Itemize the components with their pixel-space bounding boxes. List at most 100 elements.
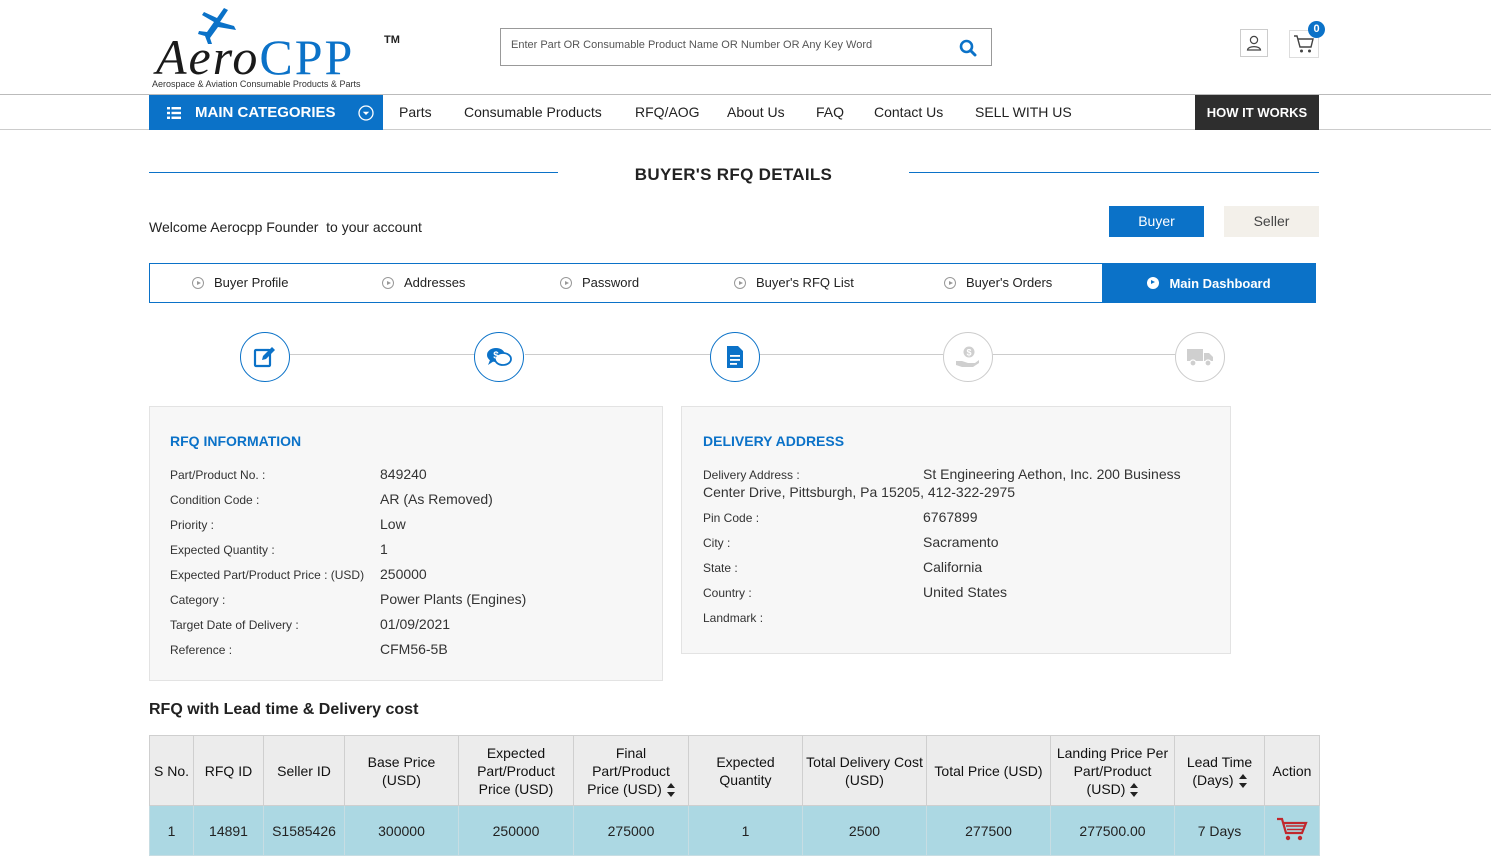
- delivery-field-value: Sacramento: [923, 534, 999, 550]
- nav-about-us[interactable]: About Us: [727, 104, 785, 120]
- welcome-message: Welcome Aerocpp Founder to your account: [149, 219, 422, 235]
- brand-name-accent: CPP: [259, 29, 355, 85]
- sort-icon: [1130, 782, 1139, 797]
- delivery-address-title: DELIVERY ADDRESS: [703, 433, 845, 449]
- user-icon: [1246, 35, 1262, 51]
- how-it-works-button[interactable]: HOW IT WORKS: [1195, 95, 1319, 130]
- column-header-rfq-id: RFQ ID: [193, 735, 264, 806]
- step-connector: [290, 354, 475, 355]
- rfq-field-value: 849240: [380, 466, 427, 482]
- rfq-field-label: Category :: [170, 593, 226, 607]
- nav-rfq-aog[interactable]: RFQ/AOG: [635, 104, 700, 120]
- rfq-field-value: CFM56-5B: [380, 641, 448, 657]
- account-tabs: Buyer Profile Addresses Password Buyer's…: [149, 263, 1316, 303]
- search-input[interactable]: [511, 39, 941, 51]
- tab-label: Buyer's Orders: [966, 275, 1053, 290]
- lead-time-table: S No. RFQ ID Seller ID Base Price (USD) …: [149, 735, 1320, 856]
- account-button[interactable]: [1240, 29, 1268, 57]
- tab-label: Addresses: [404, 275, 466, 290]
- rfq-field-label: Target Date of Delivery :: [170, 618, 299, 632]
- table-row: 1 14891 S1585426 300000 250000 275000 1 …: [149, 805, 1320, 856]
- svg-text:$: $: [966, 348, 971, 358]
- rfq-field-label: Expected Quantity :: [170, 543, 275, 557]
- nav-contact-us[interactable]: Contact Us: [874, 104, 943, 120]
- rfq-field-value: 1: [380, 541, 388, 557]
- lead-time-section-title: RFQ with Lead time & Delivery cost: [149, 701, 419, 718]
- tab-label: Main Dashboard: [1169, 275, 1271, 291]
- column-header-landing-price[interactable]: Landing Price Per Part/Product (USD): [1050, 735, 1175, 806]
- delivery-field-label: State :: [703, 561, 738, 575]
- nav-sell-with-us[interactable]: SELL WITH US: [975, 104, 1072, 120]
- rfq-field-value: AR (As Removed): [380, 491, 493, 507]
- seller-role-button[interactable]: Seller: [1224, 206, 1319, 237]
- page-title: BUYER'S RFQ DETAILS: [634, 165, 833, 184]
- rfq-field-value: 250000: [380, 566, 427, 582]
- tab-buyer-profile[interactable]: Buyer Profile: [192, 275, 288, 290]
- cell-expected-price: 250000: [458, 805, 574, 856]
- rfq-field-label: Reference :: [170, 643, 233, 657]
- cell-s-no: 1: [149, 805, 194, 856]
- delivery-address-line1: St Engineering Aethon, Inc. 200 Business: [923, 466, 1181, 482]
- main-categories-button[interactable]: MAIN CATEGORIES: [149, 95, 383, 130]
- brand-logo[interactable]: AeroCPP TM Aerospace & Aviation Consumab…: [152, 6, 402, 92]
- tab-addresses[interactable]: Addresses: [382, 275, 465, 290]
- cell-rfq-id: 14891: [193, 805, 264, 856]
- nav-parts[interactable]: Parts: [399, 104, 432, 120]
- rfq-field-value: 01/09/2021: [380, 616, 451, 632]
- play-circle-icon: [944, 276, 956, 289]
- edit-icon: [253, 347, 275, 368]
- cell-expected-quantity: 1: [688, 805, 803, 856]
- column-header-final-price[interactable]: Final Part/Product Price (USD): [573, 735, 689, 806]
- delivery-field-label: Landmark :: [703, 611, 764, 625]
- search-box: [500, 28, 992, 66]
- add-to-cart-icon[interactable]: [1276, 816, 1308, 842]
- tab-main-dashboard[interactable]: Main Dashboard: [1102, 263, 1316, 303]
- rfq-field-value: Low: [380, 516, 406, 532]
- sort-icon: [666, 782, 675, 797]
- step-payment: $: [943, 332, 993, 382]
- rfq-field-label: Part/Product No. :: [170, 468, 266, 482]
- sort-icon: [1238, 773, 1247, 788]
- cell-total-delivery-cost: 2500: [802, 805, 927, 856]
- tab-password[interactable]: Password: [560, 275, 639, 290]
- column-header-expected-quantity: Expected Quantity: [688, 735, 803, 806]
- column-header-lead-time[interactable]: Lead Time (Days): [1174, 735, 1265, 806]
- column-header-seller-id: Seller ID: [263, 735, 345, 806]
- cell-landing-price: 277500.00: [1050, 805, 1175, 856]
- rfq-field-label: Expected Part/Product Price : (USD): [170, 568, 365, 582]
- column-header-expected-price: Expected Part/Product Price (USD): [458, 735, 574, 806]
- cell-action: [1264, 805, 1320, 856]
- step-connector: [525, 354, 710, 355]
- play-circle-icon: [560, 276, 572, 289]
- column-header-total-price: Total Price (USD): [926, 735, 1051, 806]
- brand-name: Aero: [156, 29, 260, 85]
- column-header-label: Landing Price Per Part/Product (USD): [1056, 744, 1169, 797]
- brand-tagline: Aerospace & Aviation Consumable Products…: [152, 79, 361, 89]
- tab-buyers-rfq-list[interactable]: Buyer's RFQ List: [734, 275, 854, 290]
- search-icon[interactable]: [959, 39, 977, 57]
- delivery-field-value: California: [923, 559, 983, 575]
- step-order: [710, 332, 760, 382]
- document-icon: [727, 346, 743, 368]
- trademark-mark: TM: [384, 34, 400, 46]
- nav-faq[interactable]: FAQ: [816, 104, 844, 120]
- buyer-role-button[interactable]: Buyer: [1109, 206, 1204, 237]
- play-circle-icon: [382, 276, 394, 289]
- svg-text:$: $: [493, 351, 499, 362]
- cell-base-price: 300000: [344, 805, 459, 856]
- tab-label: Buyer's RFQ List: [756, 275, 854, 290]
- tab-buyers-orders[interactable]: Buyer's Orders: [944, 275, 1052, 290]
- table-header-row: S No. RFQ ID Seller ID Base Price (USD) …: [149, 735, 1320, 806]
- rfq-field-value: Power Plants (Engines): [380, 591, 527, 607]
- play-circle-icon: [734, 276, 746, 289]
- play-circle-icon: [192, 276, 204, 289]
- cell-final-price: 275000: [573, 805, 689, 856]
- nav-consumable-products[interactable]: Consumable Products: [464, 104, 602, 120]
- rfq-field-label: Priority :: [170, 518, 215, 532]
- column-header-label: Final Part/Product Price (USD): [587, 744, 670, 797]
- tab-label: Password: [582, 275, 640, 290]
- step-connector: [993, 354, 1175, 355]
- delivery-address-panel: DELIVERY ADDRESS Delivery Address : St E…: [681, 406, 1231, 654]
- delivery-field-label: City :: [703, 536, 731, 550]
- column-header-action: Action: [1264, 735, 1320, 806]
